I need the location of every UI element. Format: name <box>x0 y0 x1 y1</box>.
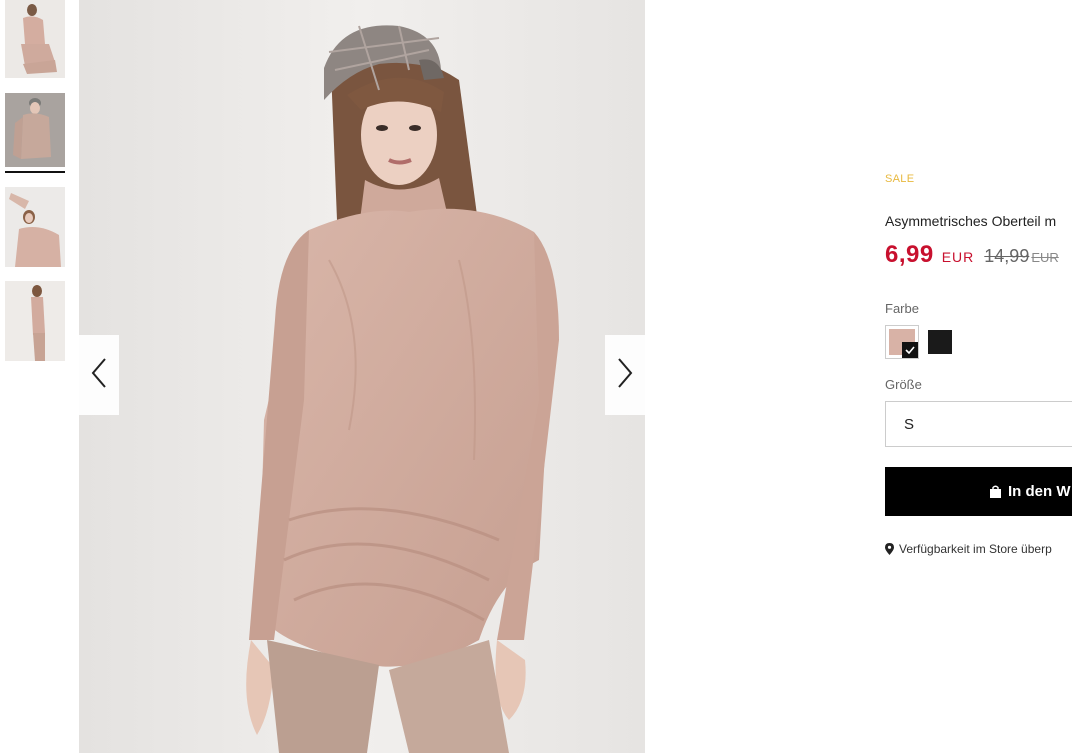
previous-image-button[interactable] <box>79 335 119 415</box>
color-label: Farbe <box>885 301 919 316</box>
original-price: 14,99 <box>984 246 1030 266</box>
next-image-button[interactable] <box>605 335 645 415</box>
map-pin-icon <box>885 543 894 555</box>
thumbnail-2[interactable] <box>5 93 65 167</box>
sale-badge: SALE <box>885 173 915 185</box>
store-availability-link[interactable]: Verfügbarkeit im Store überp <box>885 542 1052 556</box>
product-title: Asymmetrisches Oberteil m <box>885 213 1057 229</box>
thumbnail-3[interactable] <box>5 187 65 267</box>
chevron-left-icon <box>90 357 108 394</box>
original-price-currency: EUR <box>1031 250 1059 265</box>
size-select[interactable]: S <box>885 401 1072 447</box>
size-label: Größe <box>885 377 922 392</box>
checkmark-icon <box>902 342 918 358</box>
chevron-right-icon <box>616 357 634 394</box>
product-info-panel: SALE Asymmetrisches Oberteil m 6,99 EUR … <box>885 0 1072 753</box>
active-thumbnail-indicator <box>5 171 65 173</box>
color-swatch-rosa[interactable] <box>885 325 919 359</box>
sale-price: 6,99 <box>885 241 934 268</box>
sale-price-currency: EUR <box>941 249 975 265</box>
size-selected-value: S <box>904 415 915 433</box>
main-product-image <box>79 0 645 753</box>
shopping-bag-icon <box>989 485 1002 499</box>
color-swatch-schwarz[interactable] <box>928 330 952 354</box>
add-to-cart-label: In den W <box>1008 483 1071 500</box>
thumbnail-4[interactable] <box>5 281 65 361</box>
thumbnail-1[interactable] <box>5 0 65 78</box>
price-row: 6,99 EUR 14,99 EUR <box>885 241 1059 269</box>
store-availability-label: Verfügbarkeit im Store überp <box>899 542 1052 556</box>
add-to-cart-button[interactable]: In den W <box>885 467 1072 516</box>
